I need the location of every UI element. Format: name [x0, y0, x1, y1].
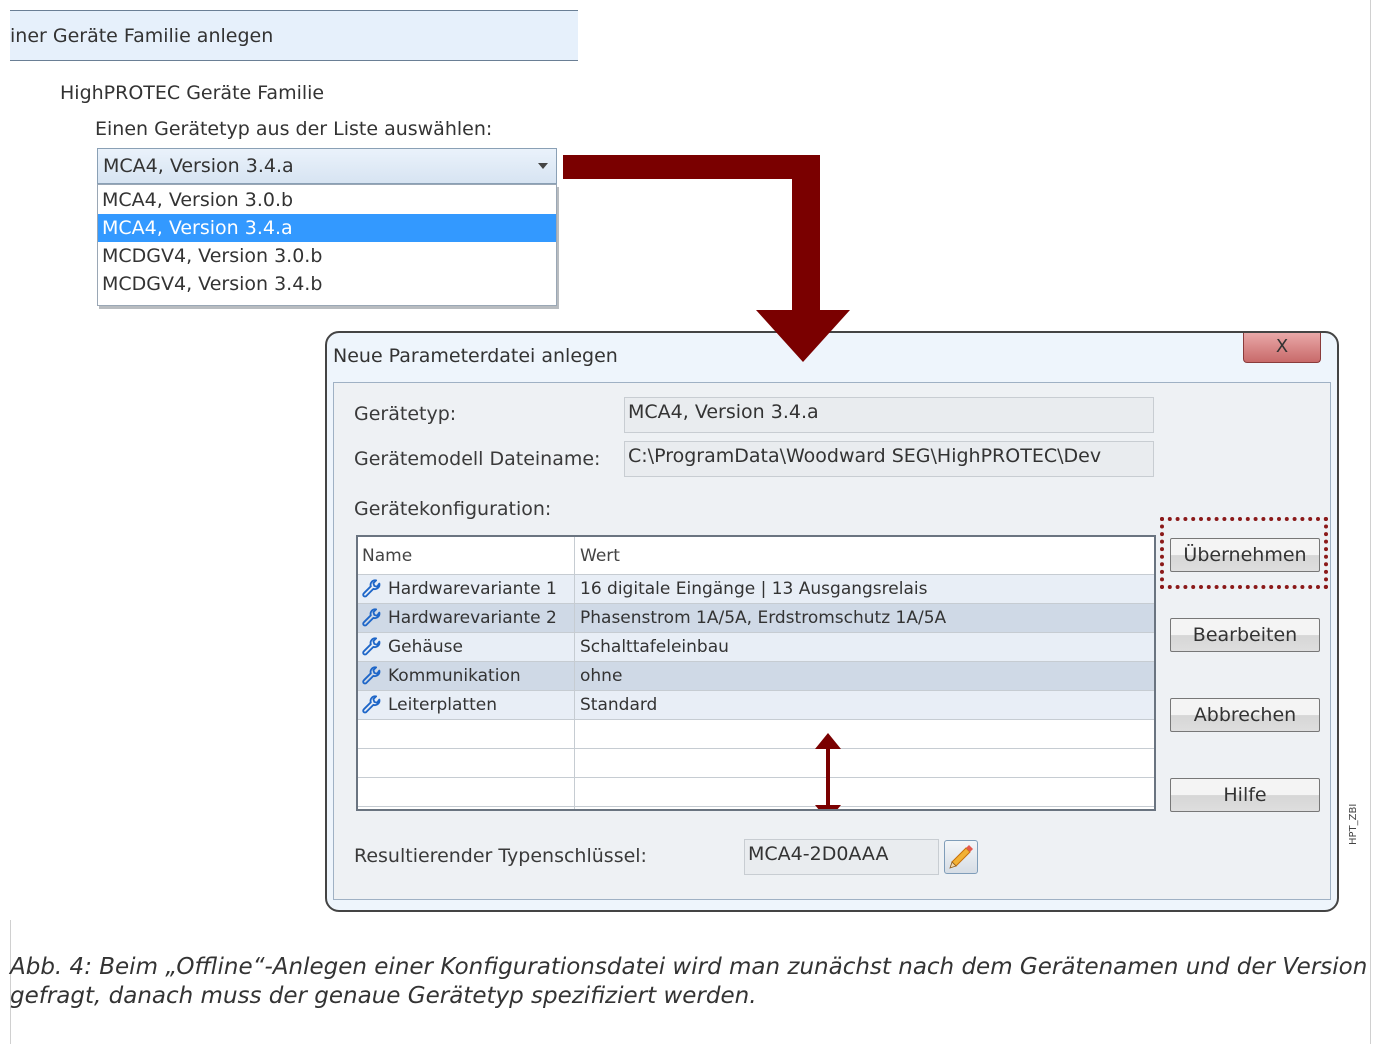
new-parameter-file-dialog: Neue Parameterdatei anlegen X Gerätetyp:… — [325, 331, 1339, 912]
dialog-body: Gerätetyp: MCA4, Version 3.4.a Gerätemod… — [333, 382, 1331, 900]
wrench-icon — [362, 637, 381, 656]
cell-value: Phasenstrom 1A/5A, Erdstromschutz 1A/5A — [580, 608, 947, 628]
apply-highlight-box — [1160, 517, 1328, 589]
model-file-label: Gerätemodell Dateiname: — [354, 448, 601, 470]
cell-name: Hardwarevariante 1 — [388, 579, 557, 599]
cell-name: Gehäuse — [388, 637, 463, 657]
side-label: HPT_ZBI — [1348, 803, 1359, 845]
page-border — [1370, 0, 1371, 1044]
flow-arrow-icon — [563, 155, 850, 362]
cell-value: Schalttafeleinbau — [580, 637, 729, 657]
wrench-icon — [362, 666, 381, 685]
wrench-icon — [362, 695, 381, 714]
device-type-dropdown: MCA4, Version 3.0.b MCA4, Version 3.4.a … — [97, 184, 557, 306]
help-button[interactable]: Hilfe — [1170, 778, 1320, 812]
cell-name: Leiterplatten — [388, 695, 497, 715]
empty-row — [358, 749, 1154, 778]
device-type-select[interactable]: MCA4, Version 3.4.a — [97, 148, 557, 184]
table-header-name: Name — [358, 537, 574, 575]
empty-row — [358, 778, 1154, 807]
family-header: iner Geräte Familie anlegen — [10, 10, 578, 61]
device-type-label: Gerätetyp: — [354, 403, 457, 425]
cell-name: Hardwarevariante 2 — [388, 608, 557, 628]
empty-row — [358, 720, 1154, 749]
config-label: Gerätekonfiguration: — [354, 498, 552, 520]
family-label: HighPROTEC Geräte Familie — [60, 82, 325, 104]
config-table: Name Wert Hardwarevariante 1 16 digitale… — [356, 535, 1156, 811]
close-icon: X — [1275, 336, 1289, 357]
device-type-field: MCA4, Version 3.4.a — [624, 397, 1154, 433]
type-key-field: MCA4-2D0AAA — [744, 839, 939, 875]
type-key-label: Resultierender Typenschlüssel: — [354, 845, 647, 867]
resize-arrow-icon — [815, 733, 841, 809]
chevron-down-icon[interactable] — [538, 163, 548, 169]
dropdown-option[interactable]: MCA4, Version 3.0.b — [98, 186, 556, 214]
table-row[interactable]: Hardwarevariante 2 Phasenstrom 1A/5A, Er… — [358, 604, 1154, 633]
table-row[interactable]: Kommunikation ohne — [358, 662, 1154, 691]
edit-type-key-button[interactable] — [944, 840, 978, 874]
table-header-value: Wert — [574, 537, 1154, 575]
dropdown-option[interactable]: MCDGV4, Version 3.0.b — [98, 242, 556, 270]
cell-name: Kommunikation — [388, 666, 521, 686]
figure-caption: Abb. 4: Beim „Offline“-Anlegen einer Kon… — [10, 954, 1368, 1009]
device-type-prompt: Einen Gerätetyp aus der Liste auswählen: — [95, 118, 493, 140]
wrench-icon — [362, 608, 381, 627]
table-row[interactable]: Gehäuse Schalttafeleinbau — [358, 633, 1154, 662]
wrench-icon — [362, 579, 381, 598]
model-file-field: C:\ProgramData\Woodward SEG\HighPROTEC\D… — [624, 441, 1154, 477]
cancel-button[interactable]: Abbrechen — [1170, 698, 1320, 732]
table-row[interactable]: Hardwarevariante 1 16 digitale Eingänge … — [358, 575, 1154, 604]
edit-button[interactable]: Bearbeiten — [1170, 618, 1320, 652]
select-value: MCA4, Version 3.4.a — [103, 155, 294, 177]
table-row[interactable]: Leiterplatten Standard — [358, 691, 1154, 720]
pencil-icon — [949, 845, 973, 869]
family-header-text: iner Geräte Familie anlegen — [10, 25, 274, 47]
cell-value: ohne — [580, 666, 623, 686]
cell-value: 16 digitale Eingänge | 13 Ausgangsrelais — [580, 579, 928, 599]
close-button[interactable]: X — [1243, 333, 1321, 363]
dropdown-option-selected[interactable]: MCA4, Version 3.4.a — [98, 214, 556, 242]
column-divider — [574, 537, 575, 809]
dropdown-option[interactable]: MCDGV4, Version 3.4.b — [98, 270, 556, 298]
cell-value: Standard — [580, 695, 658, 715]
